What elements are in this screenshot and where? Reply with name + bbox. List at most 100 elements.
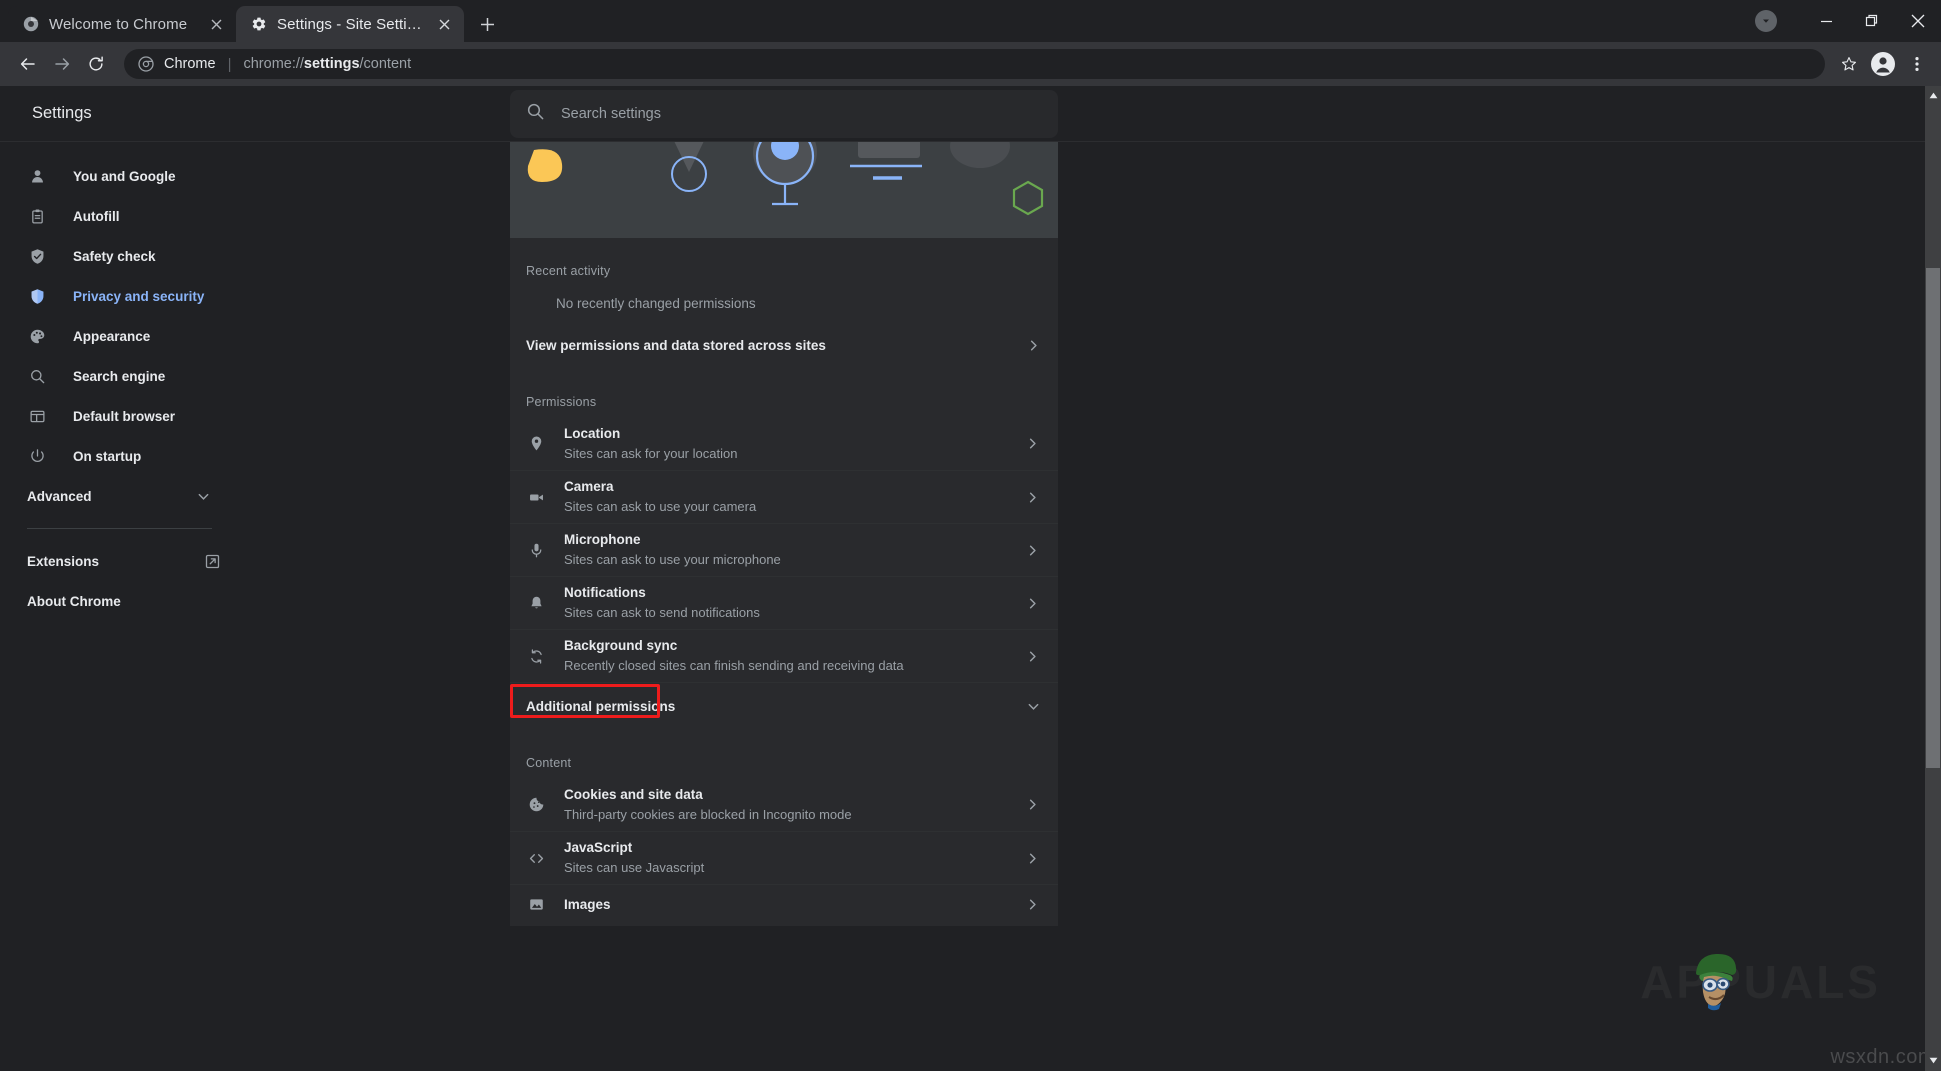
microphone-icon xyxy=(526,540,546,560)
search-icon xyxy=(526,102,545,126)
cookie-icon xyxy=(526,795,546,815)
content-row-cookies-and-site-data[interactable]: Cookies and site data Third-party cookie… xyxy=(510,778,1058,831)
tab-title: Welcome to Chrome xyxy=(49,16,196,33)
permission-row-camera[interactable]: Camera Sites can ask to use your camera xyxy=(510,470,1058,523)
scroll-up-arrow-icon[interactable] xyxy=(1925,86,1941,104)
url-bold-segment: settings xyxy=(304,56,360,72)
address-bar[interactable]: Chrome | chrome://settings/content xyxy=(124,49,1825,79)
avatar-icon[interactable] xyxy=(1867,48,1899,80)
sidebar-item-safety-check[interactable]: Safety check xyxy=(0,236,250,276)
chevron-right-icon xyxy=(1026,852,1040,865)
code-brackets-icon xyxy=(526,848,546,868)
power-icon xyxy=(27,446,47,466)
scrollbar-thumb[interactable] xyxy=(1926,268,1940,768)
image-icon xyxy=(526,895,546,915)
settings-sidebar: You and Google Autofill xyxy=(0,86,510,1071)
sidebar-item-label: Autofill xyxy=(73,209,120,224)
content-row-javascript[interactable]: JavaScript Sites can use Javascript xyxy=(510,831,1058,884)
sidebar-item-appearance[interactable]: Appearance xyxy=(0,316,250,356)
permission-text: Camera Sites can ask to use your camera xyxy=(564,478,1008,516)
chrome-icon xyxy=(22,16,39,33)
sidebar-nav-list: You and Google Autofill xyxy=(0,142,510,621)
sidebar-item-about-chrome[interactable]: About Chrome xyxy=(0,581,220,621)
tab-settings-site-settings[interactable]: Settings - Site Settings xyxy=(236,6,464,42)
sidebar-item-advanced[interactable]: Advanced xyxy=(0,476,210,516)
sidebar-divider xyxy=(27,528,212,529)
search-settings-input[interactable]: Search settings xyxy=(510,90,1058,138)
permission-subtitle: Sites can ask for your location xyxy=(564,444,1008,463)
watermark-appuals: APPUALS xyxy=(1640,955,1881,1009)
sidebar-item-label: Default browser xyxy=(73,409,175,424)
sidebar-item-default-browser[interactable]: Default browser xyxy=(0,396,250,436)
permission-title: Background sync xyxy=(564,638,677,653)
sync-icon xyxy=(526,646,546,666)
chevron-down-icon xyxy=(1027,700,1040,713)
permission-subtitle: Sites can ask to send notifications xyxy=(564,603,1008,622)
maximize-icon[interactable] xyxy=(1849,0,1895,42)
close-icon[interactable] xyxy=(206,14,226,34)
clipboard-icon xyxy=(27,206,47,226)
external-link-icon xyxy=(205,554,220,569)
permission-title: Microphone xyxy=(564,532,641,547)
view-permissions-link-row[interactable]: View permissions and data stored across … xyxy=(510,321,1058,369)
sidebar-advanced-label: Advanced xyxy=(27,489,92,504)
browser-window: Welcome to Chrome Settings - Site Settin… xyxy=(0,0,1941,1071)
forward-arrow-icon[interactable] xyxy=(46,48,78,80)
permission-text: Notifications Sites can ask to send noti… xyxy=(564,584,1008,622)
shield-icon xyxy=(27,286,47,306)
chevron-down-icon xyxy=(197,490,210,503)
tab-strip: Welcome to Chrome Settings - Site Settin… xyxy=(0,0,1941,42)
permission-text: Location Sites can ask for your location xyxy=(564,425,1008,463)
page-scrollbar[interactable] xyxy=(1925,86,1941,1071)
recent-activity-section-label: Recent activity xyxy=(510,238,1058,286)
permission-row-notifications[interactable]: Notifications Sites can ask to send noti… xyxy=(510,576,1058,629)
tab-welcome-to-chrome[interactable]: Welcome to Chrome xyxy=(8,6,236,42)
new-tab-button[interactable] xyxy=(470,7,504,41)
sidebar-item-label: Search engine xyxy=(73,369,165,384)
sidebar-item-on-startup[interactable]: On startup xyxy=(0,436,250,476)
reload-icon[interactable] xyxy=(80,48,112,80)
sidebar-item-you-and-google[interactable]: You and Google xyxy=(0,156,250,196)
omnibox-scheme-label: Chrome xyxy=(164,56,216,72)
close-icon[interactable] xyxy=(434,14,454,34)
watermark-mascot-icon xyxy=(1684,949,1746,1020)
chevron-right-icon xyxy=(1027,339,1040,352)
watermark-brand-text: APPUALS xyxy=(1640,955,1881,1009)
palette-icon xyxy=(27,326,47,346)
three-dot-menu-icon[interactable] xyxy=(1901,48,1933,80)
sidebar-item-extensions[interactable]: Extensions xyxy=(0,541,220,581)
content-subtitle: Third-party cookies are blocked in Incog… xyxy=(564,805,1008,824)
additional-permissions-wrapper: Additional permissions xyxy=(510,682,1058,730)
permission-text: Background sync Recently closed sites ca… xyxy=(564,637,1008,675)
content-title: Images xyxy=(564,897,611,912)
permission-title: Camera xyxy=(564,479,614,494)
permission-row-location[interactable]: Location Sites can ask for your location xyxy=(510,417,1058,470)
chevron-right-icon xyxy=(1026,798,1040,811)
sidebar-item-autofill[interactable]: Autofill xyxy=(0,196,250,236)
star-icon[interactable] xyxy=(1833,48,1865,80)
permission-subtitle: Sites can ask to use your microphone xyxy=(564,550,1008,569)
person-icon xyxy=(27,166,47,186)
permission-row-background-sync[interactable]: Background sync Recently closed sites ca… xyxy=(510,629,1058,682)
close-icon[interactable] xyxy=(1895,0,1941,42)
browser-toolbar: Chrome | chrome://settings/content xyxy=(0,42,1941,86)
back-arrow-icon[interactable] xyxy=(12,48,44,80)
minimize-icon[interactable] xyxy=(1803,0,1849,42)
content-row-images[interactable]: Images xyxy=(510,884,1058,924)
tab-title: Settings - Site Settings xyxy=(277,16,424,33)
permission-row-microphone[interactable]: Microphone Sites can ask to use your mic… xyxy=(510,523,1058,576)
sidebar-item-label: Appearance xyxy=(73,329,150,344)
sidebar-item-search-engine[interactable]: Search engine xyxy=(0,356,250,396)
watermark-source-text: wsxdn.com xyxy=(1830,1046,1935,1069)
content-subtitle: Sites can use Javascript xyxy=(564,858,1008,877)
content-card-wrapper: Recent activity No recently changed perm… xyxy=(510,142,1058,926)
sidebar-item-label: On startup xyxy=(73,449,141,464)
sidebar-item-privacy-and-security[interactable]: Privacy and security xyxy=(0,276,250,316)
sidebar-item-label: You and Google xyxy=(73,169,176,184)
location-pin-icon xyxy=(526,434,546,454)
additional-permissions-row[interactable]: Additional permissions xyxy=(510,682,1058,730)
site-settings-illustration xyxy=(510,142,1058,238)
content-title: Cookies and site data xyxy=(564,787,703,802)
scroll-down-arrow-icon[interactable] xyxy=(1925,1051,1941,1069)
update-badge[interactable] xyxy=(1755,10,1777,32)
